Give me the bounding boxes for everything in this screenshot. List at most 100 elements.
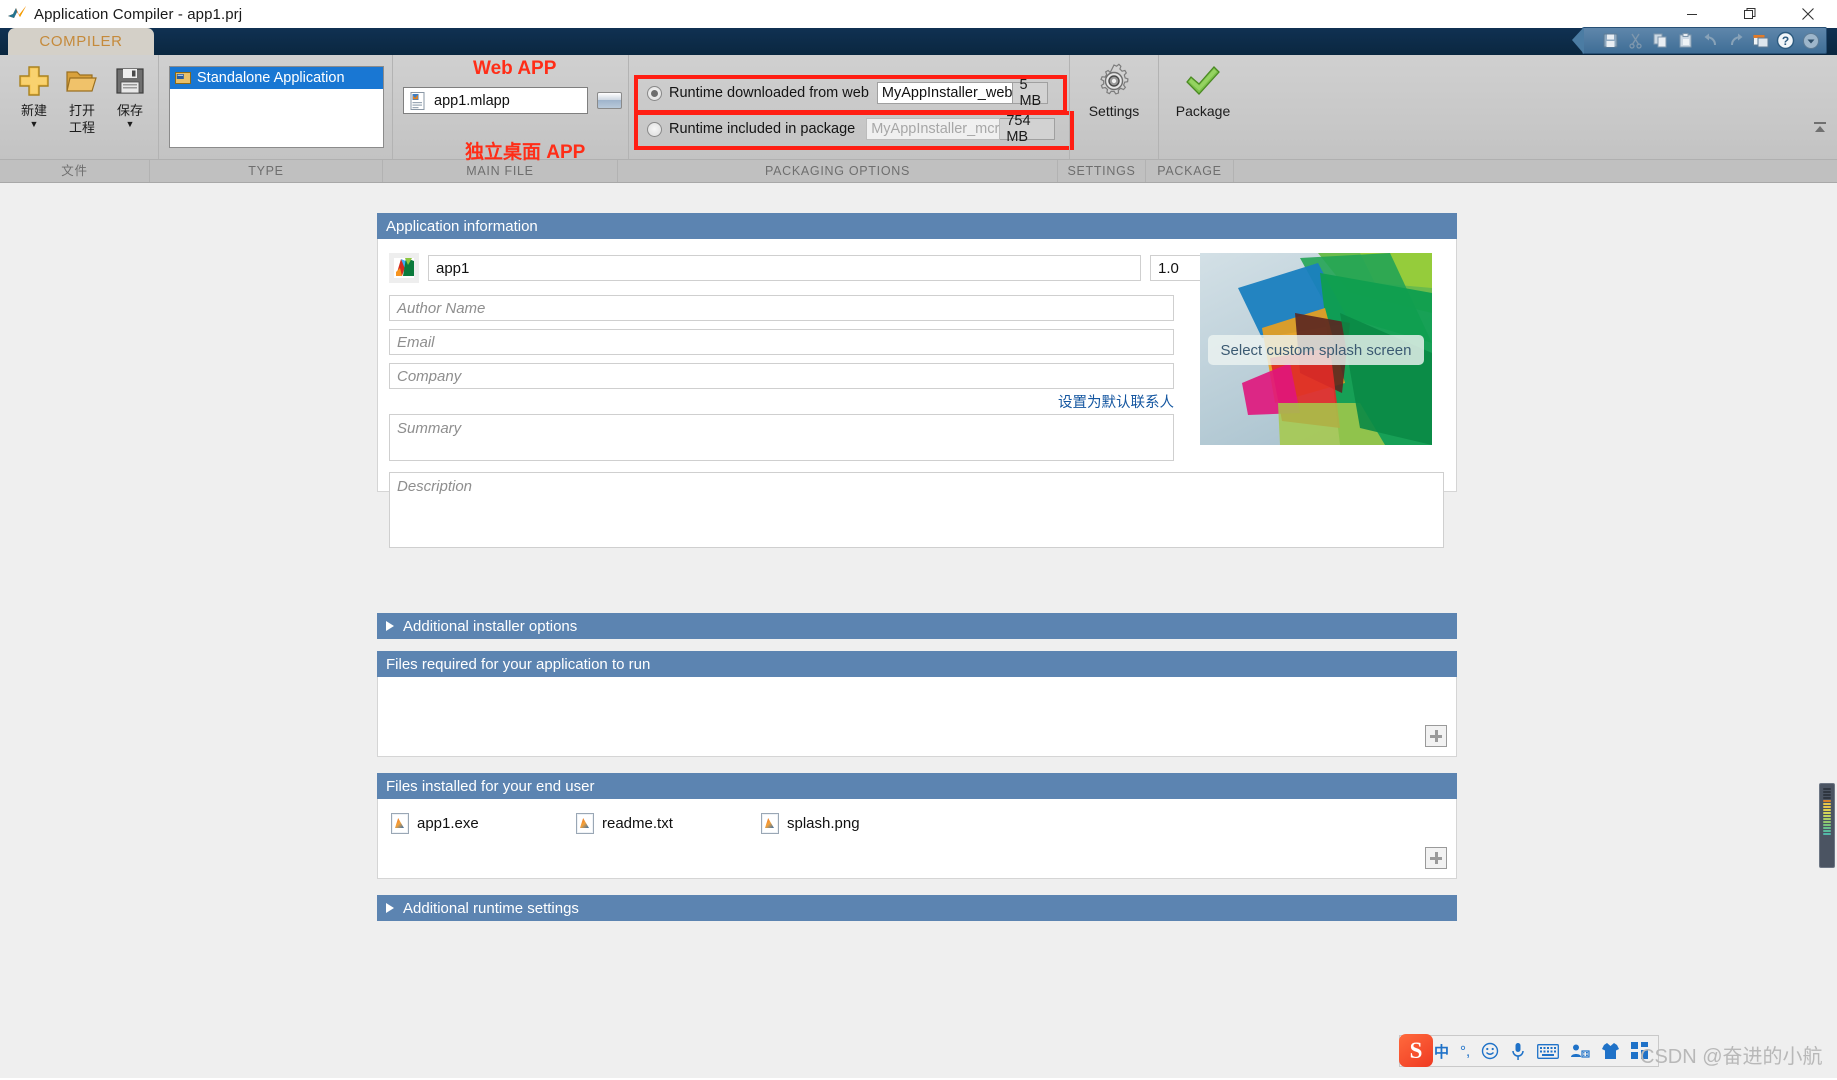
runtime-included-installer-name: MyAppInstaller_mcr xyxy=(866,118,1001,140)
app-icon-button[interactable] xyxy=(389,253,419,283)
app-name-row: app1 1.0 xyxy=(389,253,1223,283)
type-item-standalone-application[interactable]: Standalone Application xyxy=(170,67,383,89)
runtime-included-size: 754 MB xyxy=(1000,113,1055,145)
copy-icon[interactable] xyxy=(1649,30,1672,51)
runtime-included-radio[interactable] xyxy=(647,121,662,137)
company-input[interactable]: Company xyxy=(389,363,1174,389)
ime-keyboard-icon[interactable] xyxy=(1537,1043,1560,1059)
email-input[interactable]: Email xyxy=(389,329,1174,355)
runtime-included-option[interactable]: Runtime included in package MyAppInstall… xyxy=(647,113,1055,145)
set-default-contact-link[interactable]: 设置为默认联系人 xyxy=(389,391,1174,412)
group-label-packaging: PACKAGING OPTIONS xyxy=(618,160,1058,182)
browse-main-file-button[interactable] xyxy=(597,92,622,109)
app-name-input[interactable]: app1 xyxy=(428,255,1141,281)
close-button[interactable] xyxy=(1779,0,1837,28)
ime-toolbar: S 中 °, xyxy=(1399,1033,1660,1069)
additional-installer-options-header[interactable]: Additional installer options xyxy=(377,613,1457,639)
main-file-field[interactable]: app1.mlapp xyxy=(403,87,588,114)
scrollbar-minimap[interactable] xyxy=(1819,783,1835,868)
files-required-header: Files required for your application to r… xyxy=(377,651,1457,677)
file-icon xyxy=(576,813,594,834)
help-icon[interactable]: ? xyxy=(1774,30,1797,51)
chevron-right-icon xyxy=(386,903,394,913)
collapse-ribbon-button[interactable] xyxy=(1811,119,1829,135)
group-label-file: 文件 xyxy=(0,160,150,182)
maximize-button[interactable] xyxy=(1721,0,1779,28)
open-project-label2: 工程 xyxy=(68,120,95,135)
save-project-button[interactable]: 保存 ▼ xyxy=(106,61,154,130)
select-splash-screen-button[interactable]: Select custom splash screen xyxy=(1208,335,1424,365)
splash-screen-preview[interactable]: Select custom splash screen xyxy=(1200,253,1432,445)
files-required-section: Files required for your application to r… xyxy=(377,651,1457,757)
main-file-row: app1.mlapp xyxy=(403,87,622,114)
files-required-title: Files required for your application to r… xyxy=(386,655,651,673)
type-list[interactable]: Standalone Application xyxy=(169,66,384,148)
more-icon[interactable] xyxy=(1799,30,1822,51)
redo-icon[interactable] xyxy=(1724,30,1747,51)
window-title: Application Compiler - app1.prj xyxy=(34,5,243,23)
cut-icon[interactable] xyxy=(1624,30,1647,51)
standalone-app-icon xyxy=(175,72,191,84)
layout-icon[interactable] xyxy=(1749,30,1772,51)
additional-runtime-settings-section[interactable]: Additional runtime settings xyxy=(377,895,1457,921)
new-project-button[interactable]: 新建 ▼ xyxy=(10,61,58,130)
file-name: splash.png xyxy=(787,815,860,832)
window-controls xyxy=(1663,0,1837,28)
ribbon-group-labels: 文件 TYPE MAIN FILE PACKAGING OPTIONS SETT… xyxy=(0,159,1837,183)
save-icon[interactable] xyxy=(1599,30,1622,51)
annotation-web-app: Web APP xyxy=(473,58,557,79)
group-label-type: TYPE xyxy=(150,160,383,182)
add-required-file-button[interactable] xyxy=(1425,725,1447,747)
ime-skin-icon[interactable] xyxy=(1601,1042,1620,1060)
additional-installer-options-section[interactable]: Additional installer options xyxy=(377,613,1457,639)
ime-emoji-icon[interactable] xyxy=(1481,1042,1499,1060)
ime-microphone-icon[interactable] xyxy=(1510,1042,1526,1061)
type-item-label: Standalone Application xyxy=(197,70,345,86)
files-required-body[interactable] xyxy=(377,677,1457,757)
files-installed-body[interactable]: app1.exe readme.txt splash.png xyxy=(377,799,1457,879)
package-button[interactable]: Package xyxy=(1159,61,1247,118)
chevron-down-icon[interactable]: ▼ xyxy=(126,119,135,130)
list-item[interactable]: splash.png xyxy=(761,813,946,834)
list-item[interactable]: app1.exe xyxy=(391,813,576,834)
file-name: readme.txt xyxy=(602,815,673,832)
ime-mode-chinese[interactable]: 中 xyxy=(1434,1041,1449,1062)
runtime-web-installer-name[interactable]: MyAppInstaller_web xyxy=(876,82,1014,104)
application-information-header: Application information xyxy=(377,213,1457,239)
files-installed-title: Files installed for your end user xyxy=(386,777,595,795)
main-content: Application information app1 1.0 Author … xyxy=(0,183,1837,1078)
main-file-name: app1.mlapp xyxy=(434,92,510,109)
svg-text:?: ? xyxy=(1782,34,1789,48)
open-project-label: 打开 xyxy=(68,103,95,118)
additional-installer-options-title: Additional installer options xyxy=(403,617,578,635)
undo-icon[interactable] xyxy=(1699,30,1722,51)
files-installed-section: Files installed for your end user app1.e… xyxy=(377,773,1457,879)
paste-icon[interactable] xyxy=(1674,30,1697,51)
open-project-button[interactable]: 打开 工程 xyxy=(58,61,106,135)
runtime-included-label: Runtime included in package xyxy=(669,121,856,137)
tab-compiler[interactable]: COMPILER xyxy=(8,28,154,55)
sogou-logo-icon[interactable]: S xyxy=(1399,1034,1433,1067)
annotation-desktop-app: 独立桌面 APP xyxy=(465,142,586,163)
runtime-web-option[interactable]: Runtime downloaded from web MyAppInstall… xyxy=(647,77,1049,109)
ribbon-group-type: Standalone Application xyxy=(158,55,392,159)
ribbon-tab-row: COMPILER ? xyxy=(0,27,1837,55)
matlab-icon xyxy=(6,3,28,25)
add-installed-file-button[interactable] xyxy=(1425,847,1447,869)
ime-punctuation-icon[interactable]: °, xyxy=(1460,1043,1470,1060)
runtime-web-radio[interactable] xyxy=(647,85,662,101)
ime-toolbox-icon[interactable] xyxy=(1570,1043,1590,1060)
chevron-down-icon[interactable]: ▼ xyxy=(30,119,39,130)
minimize-button[interactable] xyxy=(1663,0,1721,28)
settings-button[interactable]: Settings xyxy=(1070,61,1158,118)
list-item[interactable]: readme.txt xyxy=(576,813,761,834)
floppy-icon xyxy=(114,61,146,101)
app-icon xyxy=(394,258,414,278)
group-label-settings: SETTINGS xyxy=(1058,160,1146,182)
ribbon-group-main-file: Web APP app1.mlapp 独立桌面 APP xyxy=(392,55,628,163)
summary-input[interactable]: Summary xyxy=(389,414,1174,461)
additional-runtime-settings-header[interactable]: Additional runtime settings xyxy=(377,895,1457,921)
author-name-input[interactable]: Author Name xyxy=(389,295,1174,321)
description-input[interactable]: Description xyxy=(389,472,1444,548)
plus-icon xyxy=(17,61,51,101)
